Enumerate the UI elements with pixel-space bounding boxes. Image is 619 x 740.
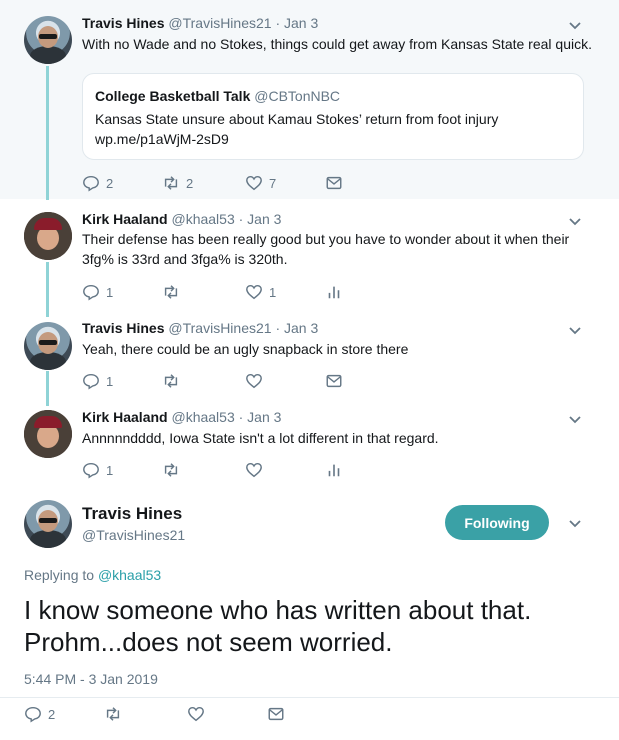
tweet-text: Yeah, there could be an ugly snapback in… (82, 341, 409, 357)
like-button[interactable]: 7 (245, 173, 276, 193)
dm-button[interactable] (325, 371, 343, 391)
dm-icon (268, 707, 284, 721)
avatar[interactable] (24, 500, 72, 548)
tweet-4[interactable]: Kirk Haaland @khaal53 · Jan 3 Annnnndddd… (0, 397, 619, 486)
following-button[interactable]: Following (445, 505, 549, 540)
dm-icon (326, 374, 342, 388)
dm-button[interactable] (267, 704, 285, 724)
like-icon (246, 284, 262, 300)
quoted-author-handle: @CBTonNBC (254, 88, 341, 104)
tweet-2[interactable]: Kirk Haaland @khaal53 · Jan 3 Their defe… (0, 199, 619, 308)
quoted-link[interactable]: wp.me/p1aWjM-2sD9 (95, 129, 565, 149)
like-icon (246, 373, 262, 389)
reply-count: 2 (106, 175, 114, 191)
reply-count: 1 (106, 373, 114, 389)
retweet-button[interactable] (162, 282, 180, 302)
replying-handle-link[interactable]: @khaal53 (98, 567, 161, 583)
chevron-down-icon[interactable] (568, 412, 582, 426)
like-button[interactable]: 1 (245, 282, 276, 302)
main-tweet-text: I know someone who has written about tha… (24, 595, 532, 657)
reply-button[interactable]: 2 (24, 704, 55, 724)
analytics-icon (328, 464, 340, 477)
dm-icon (326, 176, 342, 190)
quoted-tweet[interactable]: College Basketball Talk @CBTonNBC Kansas… (82, 73, 584, 160)
author-handle-date[interactable]: @khaal53 · Jan 3 (171, 211, 281, 227)
chevron-down-icon[interactable] (568, 214, 582, 228)
reply-button[interactable]: 1 (82, 282, 113, 302)
reply-icon (83, 462, 99, 479)
author-name[interactable]: Kirk Haaland (82, 409, 168, 425)
analytics-button[interactable] (325, 282, 343, 302)
retweet-button[interactable] (162, 460, 180, 480)
replying-to: Replying to @khaal53 (24, 567, 161, 583)
like-button[interactable] (187, 704, 205, 724)
reply-count: 1 (106, 284, 114, 300)
main-author-handle[interactable]: @TravisHines21 (82, 527, 185, 543)
tweet-text: Annnnndddd, Iowa State isn't a lot diffe… (82, 430, 439, 446)
retweet-icon (164, 176, 178, 190)
thread-connector (46, 66, 49, 200)
analytics-icon (328, 286, 340, 299)
avatar[interactable] (24, 16, 72, 64)
tweet-3[interactable]: Travis Hines @TravisHines21 · Jan 3 Yeah… (0, 308, 619, 397)
tweet-text: Their defense has been really good but y… (82, 231, 570, 267)
author-name[interactable]: Kirk Haaland (82, 211, 168, 227)
retweet-icon (106, 707, 120, 721)
retweet-button[interactable] (104, 704, 122, 724)
retweet-button[interactable]: 2 (162, 173, 193, 193)
author-name[interactable]: Travis Hines (82, 15, 165, 31)
tweet-1[interactable]: Travis Hines @TravisHines21 · Jan 3 With… (0, 0, 619, 199)
reply-button[interactable]: 1 (82, 371, 113, 391)
reply-button[interactable]: 2 (82, 173, 113, 193)
quoted-text: Kansas State unsure about Kamau Stokes’ … (95, 111, 499, 127)
author-handle-date[interactable]: @TravisHines21 · Jan 3 (168, 15, 318, 31)
retweet-icon (164, 463, 178, 477)
like-button[interactable] (245, 371, 263, 391)
quoted-author-name: College Basketball Talk (95, 88, 251, 104)
tweet-timestamp[interactable]: 5:44 PM - 3 Jan 2019 (24, 671, 158, 687)
avatar[interactable] (24, 410, 72, 458)
reply-icon (83, 373, 99, 390)
like-icon (246, 175, 262, 191)
dm-button[interactable] (325, 173, 343, 193)
tweet-text: With no Wade and no Stokes, things could… (82, 36, 592, 52)
chevron-down-icon[interactable] (568, 18, 582, 32)
chevron-down-icon[interactable] (568, 516, 582, 530)
replying-prefix: Replying to (24, 567, 98, 583)
main-author-name[interactable]: Travis Hines (82, 504, 182, 524)
retweet-icon (164, 285, 178, 299)
author-name[interactable]: Travis Hines (82, 320, 165, 336)
reply-icon (25, 706, 41, 723)
like-button[interactable] (245, 460, 263, 480)
avatar[interactable] (24, 212, 72, 260)
retweet-count: 2 (186, 175, 194, 191)
like-count: 7 (269, 175, 277, 191)
analytics-button[interactable] (325, 460, 343, 480)
retweet-icon (164, 374, 178, 388)
like-icon (246, 462, 262, 478)
like-icon (188, 706, 204, 722)
avatar[interactable] (24, 322, 72, 370)
reply-icon (83, 284, 99, 301)
author-handle-date[interactable]: @khaal53 · Jan 3 (171, 409, 281, 425)
like-count: 1 (269, 284, 277, 300)
divider (0, 697, 619, 698)
chevron-down-icon[interactable] (568, 323, 582, 337)
reply-count: 1 (106, 462, 114, 478)
retweet-button[interactable] (162, 371, 180, 391)
reply-button[interactable]: 1 (82, 460, 113, 480)
reply-count: 2 (48, 706, 56, 722)
author-handle-date[interactable]: @TravisHines21 · Jan 3 (168, 320, 318, 336)
reply-icon (83, 175, 99, 192)
